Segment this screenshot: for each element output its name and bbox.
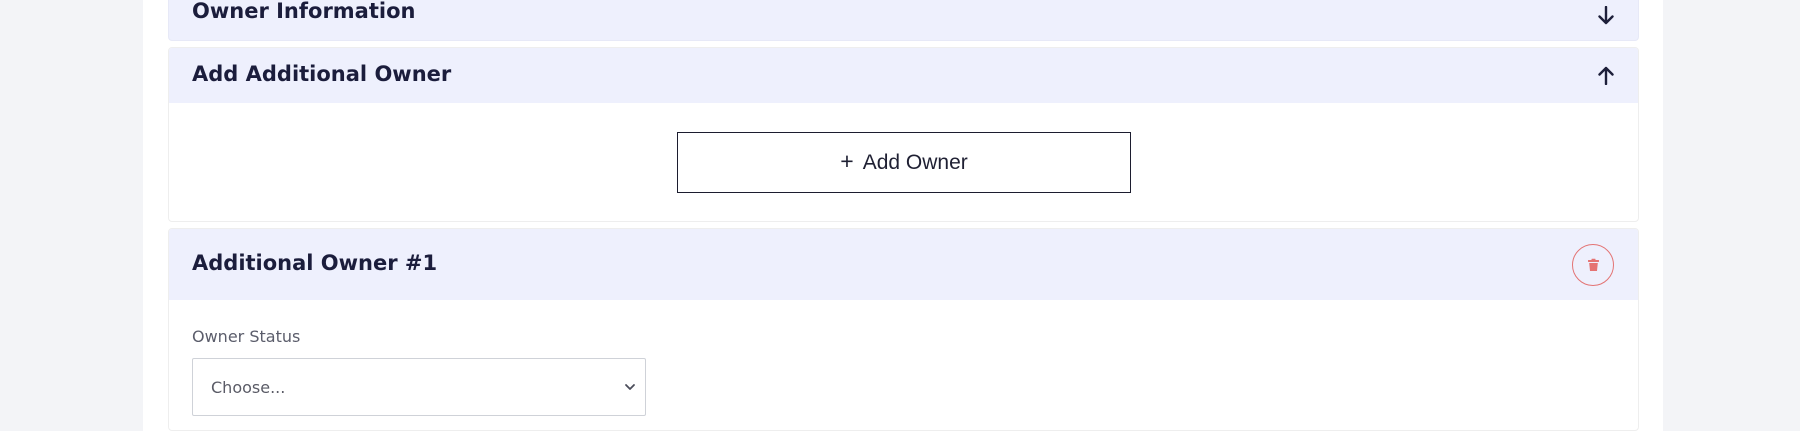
additional-owner-title: Additional Owner #1 xyxy=(192,251,438,275)
owner-status-selected-value: Choose... xyxy=(211,378,286,397)
add-additional-owner-header[interactable]: Add Additional Owner xyxy=(169,48,1638,103)
owner-status-label: Owner Status xyxy=(192,327,301,346)
arrow-up-icon[interactable] xyxy=(1597,65,1615,85)
add-additional-owner-title: Add Additional Owner xyxy=(192,62,452,86)
arrow-down-icon[interactable] xyxy=(1597,6,1615,26)
chevron-down-icon xyxy=(625,384,635,390)
add-additional-owner-section: Add Additional Owner + Add Owner xyxy=(168,47,1639,222)
additional-owner-card: Additional Owner #1 Owner Status Choose.… xyxy=(168,228,1639,431)
owner-information-section[interactable]: Owner Information xyxy=(168,0,1639,41)
plus-icon: + xyxy=(840,148,854,174)
add-owner-button[interactable]: + Add Owner xyxy=(677,132,1131,193)
additional-owner-header: Additional Owner #1 xyxy=(169,229,1638,300)
delete-owner-button[interactable] xyxy=(1572,244,1614,286)
add-owner-label: Add Owner xyxy=(862,150,968,174)
owner-status-select[interactable]: Choose... xyxy=(192,358,646,416)
trash-icon xyxy=(1587,258,1599,271)
owner-information-title: Owner Information xyxy=(192,0,416,23)
